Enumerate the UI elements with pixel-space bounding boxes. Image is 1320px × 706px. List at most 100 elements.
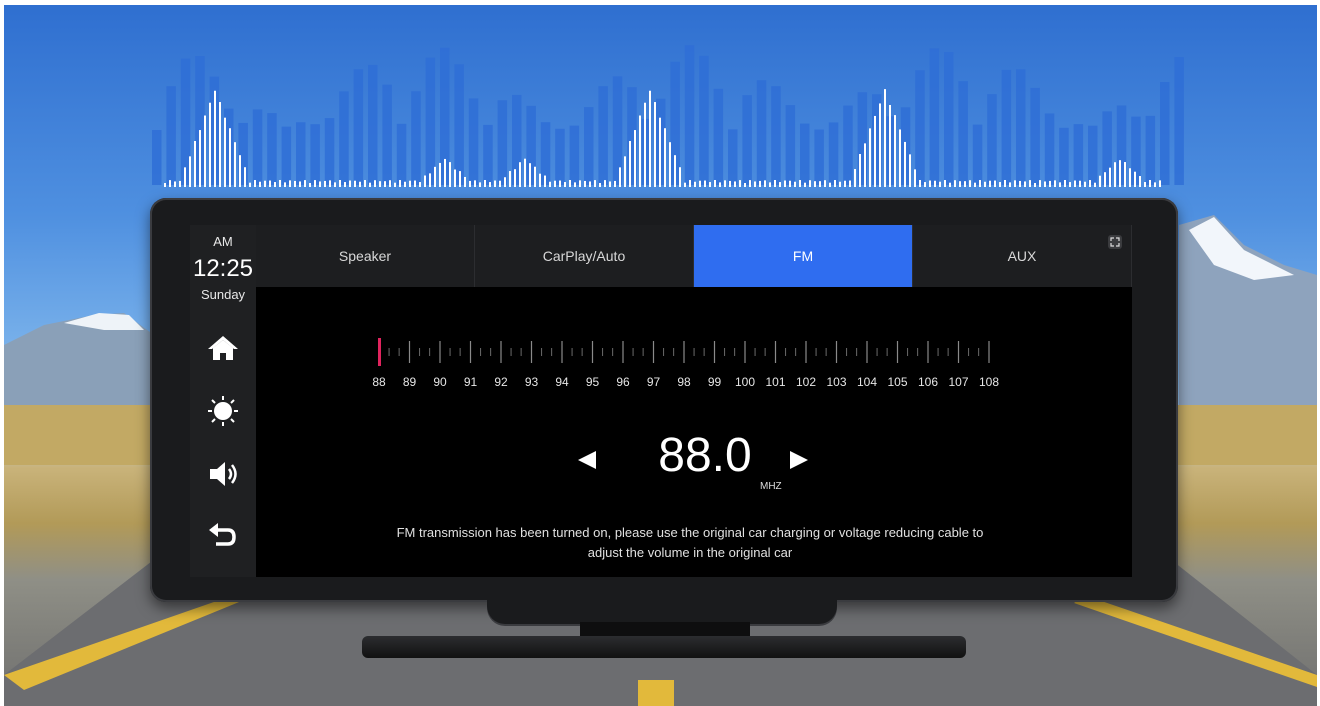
- spectrum-line: [419, 182, 421, 187]
- tab-carplay-auto[interactable]: CarPlay/Auto: [475, 225, 694, 287]
- spectrum-line: [789, 180, 791, 187]
- spectrum-line: [779, 182, 781, 187]
- spectrum-line: [279, 180, 281, 187]
- spectrum-line: [459, 171, 461, 187]
- spectrum-line: [774, 180, 776, 187]
- spectrum-line: [644, 102, 646, 187]
- spectrum-line: [354, 180, 356, 187]
- spectrum-line: [429, 173, 431, 187]
- previous-frequency-icon[interactable]: [576, 449, 598, 471]
- spectrum-line: [759, 180, 761, 187]
- spectrum-bar: [742, 95, 752, 185]
- fullscreen-icon[interactable]: [1108, 235, 1122, 249]
- spectrum-line: [369, 182, 371, 187]
- spectrum-line: [1009, 182, 1011, 187]
- spectrum-line: [944, 180, 946, 187]
- spectrum-line: [484, 180, 486, 187]
- spectrum-line: [804, 182, 806, 187]
- spectrum-line: [609, 181, 611, 187]
- spectrum-line: [1069, 182, 1071, 187]
- spectrum-line: [224, 117, 226, 187]
- spectrum-line: [879, 103, 881, 187]
- spectrum-line: [494, 180, 496, 187]
- spectrum-line: [744, 182, 746, 187]
- spectrum-line: [479, 182, 481, 187]
- spectrum-line: [314, 180, 316, 187]
- spectrum-line: [414, 180, 416, 187]
- spectrum-line: [1004, 180, 1006, 187]
- spectrum-line: [264, 180, 266, 187]
- clock-ampm: AM: [213, 234, 233, 249]
- spectrum-line: [269, 180, 271, 187]
- spectrum-line: [464, 176, 466, 187]
- frequency-scale[interactable]: [370, 335, 1020, 375]
- spectrum-line: [289, 180, 291, 187]
- spectrum-line: [1054, 180, 1056, 187]
- spectrum-bar: [684, 45, 695, 185]
- spectrum-bar: [310, 124, 320, 185]
- spectrum-bar: [1073, 124, 1084, 185]
- spectrum-line: [449, 162, 451, 187]
- clock-time: 12:25: [192, 255, 254, 282]
- volume-button[interactable]: [203, 454, 243, 494]
- spectrum-line: [379, 181, 381, 187]
- spectrum-bar: [699, 55, 709, 185]
- scale-label: 105: [887, 375, 908, 389]
- spectrum-line: [299, 181, 301, 187]
- spectrum-line: [844, 180, 846, 187]
- spectrum-line: [549, 181, 551, 187]
- scale-label: 96: [616, 375, 630, 389]
- spectrum-bar: [180, 58, 191, 185]
- spectrum-line: [994, 180, 996, 187]
- spectrum-line: [614, 180, 616, 187]
- scale-label: 98: [677, 375, 691, 389]
- spectrum-line: [624, 156, 626, 187]
- spectrum-line: [929, 180, 931, 187]
- spectrum-line: [374, 180, 376, 187]
- brightness-button[interactable]: [203, 391, 243, 431]
- spectrum-line: [649, 90, 651, 187]
- spectrum-line: [1014, 180, 1016, 187]
- device-chin: [487, 590, 837, 624]
- spectrum-line: [489, 182, 491, 187]
- spectrum-line: [629, 141, 631, 187]
- home-button[interactable]: [203, 328, 243, 368]
- spectrum-bar: [281, 126, 292, 185]
- frequency-needle[interactable]: [378, 338, 381, 366]
- spectrum-line: [454, 169, 456, 187]
- spectrum-line: [679, 167, 681, 187]
- spectrum-bar: [368, 64, 378, 185]
- scale-label: 93: [524, 375, 539, 389]
- spectrum-line: [794, 181, 796, 187]
- spectrum-line: [544, 175, 546, 187]
- spectrum-line: [749, 180, 751, 187]
- scale-label: 89: [402, 375, 417, 389]
- tab-aux[interactable]: AUX: [913, 225, 1132, 287]
- spectrum-line: [1159, 180, 1161, 187]
- spectrum-line: [294, 180, 296, 187]
- back-button[interactable]: [203, 515, 243, 555]
- spectrum-line: [674, 155, 676, 187]
- spectrum-bar: [267, 113, 277, 185]
- spectrum-line: [919, 180, 921, 187]
- tab-fm[interactable]: FM: [694, 225, 913, 287]
- spectrum-bar: [468, 98, 479, 185]
- spectrum-line: [529, 163, 531, 187]
- spectrum-line: [309, 182, 311, 187]
- spectrum-line: [219, 102, 221, 187]
- spectrum-bar: [1001, 69, 1012, 185]
- spectrum-line: [204, 115, 206, 187]
- spectrum-line: [984, 181, 986, 187]
- tab-carplay-auto-label: CarPlay/Auto: [542, 248, 626, 264]
- next-frequency-icon[interactable]: [788, 449, 810, 471]
- spectrum-line: [854, 169, 856, 187]
- spectrum-line: [579, 180, 581, 187]
- back-icon: [209, 523, 236, 546]
- frequency-unit: MHZ: [760, 481, 782, 492]
- spectrum-line: [199, 130, 201, 187]
- spectrum-line: [564, 182, 566, 187]
- spectrum-line: [569, 180, 571, 187]
- spectrum-bar: [483, 124, 493, 185]
- spectrum-line: [559, 180, 561, 187]
- tab-speaker[interactable]: Speaker: [256, 225, 475, 287]
